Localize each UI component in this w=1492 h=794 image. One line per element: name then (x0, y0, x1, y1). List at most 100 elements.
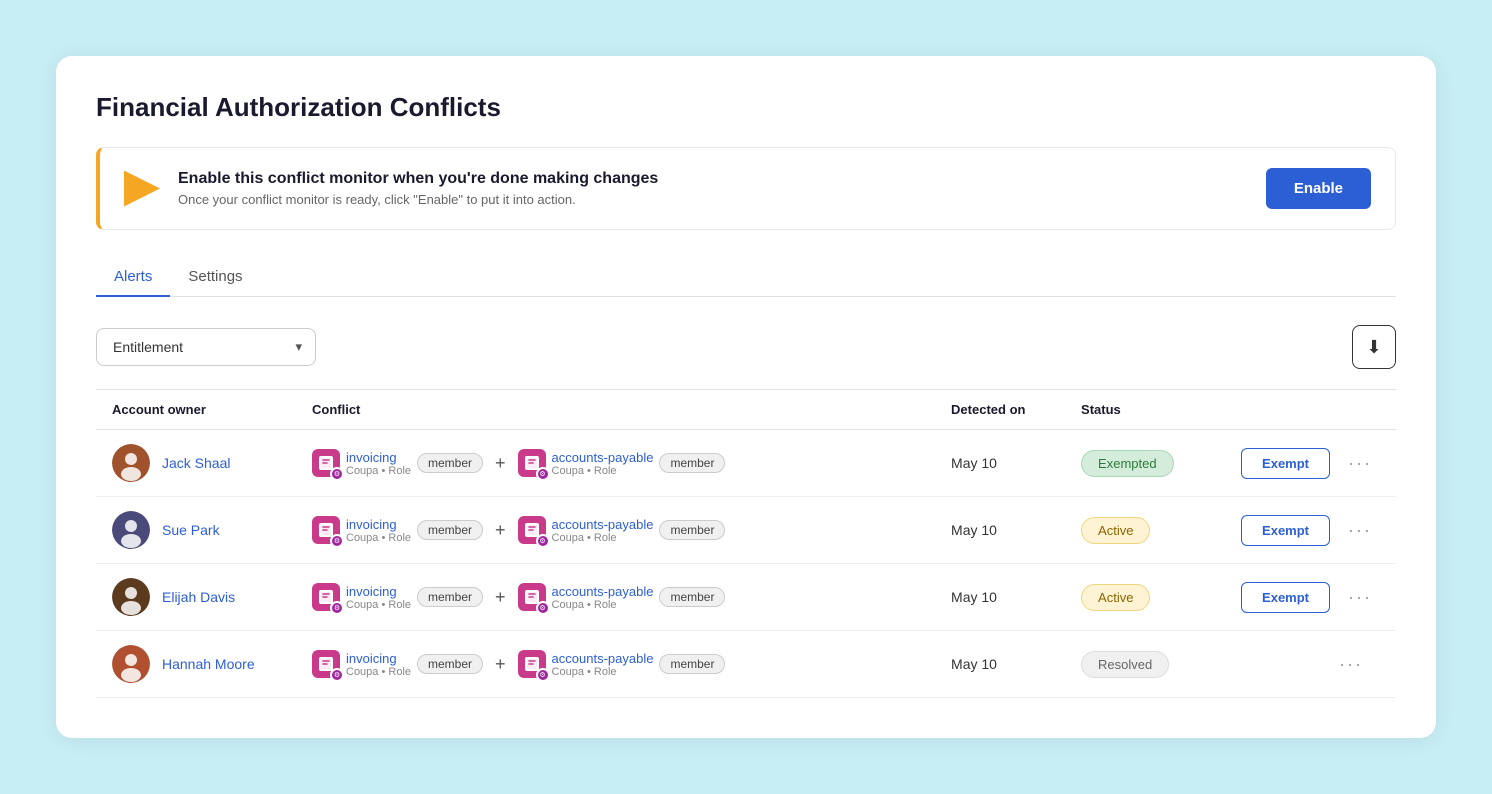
conflict-left: ⚙ invoicing Coupa • Role member (312, 650, 483, 678)
conflict-left: ⚙ invoicing Coupa • Role member (312, 583, 483, 611)
tab-settings[interactable]: Settings (170, 258, 260, 297)
role-badge-left: member (417, 453, 483, 473)
role-icon: ⚙ (518, 449, 546, 477)
status-badge: Active (1081, 517, 1150, 544)
actions-cell: Exempt ··· (1225, 497, 1396, 564)
role-link-right[interactable]: accounts-payable (552, 450, 654, 465)
avatar (112, 645, 150, 683)
role-badge-right: member (659, 587, 725, 607)
toolbar: Entitlement Role Group ▾ ⬇ (96, 325, 1396, 369)
role-link-right[interactable]: accounts-payable (552, 517, 654, 532)
role-sub-left: Coupa • Role (346, 666, 411, 678)
role-icon: ⚙ (312, 650, 340, 678)
exempt-button[interactable]: Exempt (1241, 515, 1330, 546)
gear-icon: ⚙ (330, 467, 344, 481)
role-sub-left: Coupa • Role (346, 465, 411, 477)
role-link-right[interactable]: accounts-payable (552, 651, 654, 666)
conflict-cell: ⚙ invoicing Coupa • Role member + ⚙ acco… (296, 564, 935, 631)
plus-icon: + (491, 587, 510, 608)
user-link[interactable]: Sue Park (162, 522, 220, 538)
more-options-button[interactable]: ··· (1340, 516, 1380, 545)
detected-cell: May 10 (935, 497, 1065, 564)
role-badge-right: member (659, 654, 725, 674)
conflict-cell: ⚙ invoicing Coupa • Role member + ⚙ acco… (296, 497, 935, 564)
user-cell: Hannah Moore (96, 631, 296, 698)
role-badge-left: member (417, 520, 483, 540)
table-row: Sue Park ⚙ invoicing Coupa • Role member… (96, 497, 1396, 564)
avatar (112, 578, 150, 616)
conflicts-table: Account owner Conflict Detected on Statu… (96, 389, 1396, 698)
role-icon: ⚙ (312, 449, 340, 477)
banner-text: Enable this conflict monitor when you're… (178, 170, 1266, 207)
role-badge-left: member (417, 654, 483, 674)
exempt-button[interactable]: Exempt (1241, 582, 1330, 613)
role-info-left: invoicing Coupa • Role (346, 584, 411, 611)
gear-icon: ⚙ (536, 601, 550, 615)
role-icon: ⚙ (518, 650, 546, 678)
role-info-left: invoicing Coupa • Role (346, 651, 411, 678)
col-account-owner: Account owner (96, 390, 296, 430)
role-badge-right: member (659, 453, 725, 473)
user-cell: Elijah Davis (96, 564, 296, 631)
info-banner: Enable this conflict monitor when you're… (96, 147, 1396, 230)
more-options-button[interactable]: ··· (1340, 583, 1380, 612)
user-cell: Jack Shaal (96, 430, 296, 497)
role-info-right: accounts-payable Coupa • Role (552, 450, 654, 477)
plus-icon: + (491, 654, 510, 675)
col-status: Status (1065, 390, 1225, 430)
download-icon: ⬇ (1366, 337, 1381, 358)
gear-icon: ⚙ (536, 534, 550, 548)
role-info-right: accounts-payable Coupa • Role (552, 517, 654, 544)
tab-bar: Alerts Settings (96, 258, 1396, 297)
user-link[interactable]: Jack Shaal (162, 455, 230, 471)
role-icon: ⚙ (518, 516, 546, 544)
conflict-cell: ⚙ invoicing Coupa • Role member + ⚙ acco… (296, 631, 935, 698)
role-link-left[interactable]: invoicing (346, 450, 411, 465)
banner-title: Enable this conflict monitor when you're… (178, 170, 1266, 188)
status-cell: Active (1065, 564, 1225, 631)
download-button[interactable]: ⬇ (1352, 325, 1396, 369)
status-badge: Resolved (1081, 651, 1169, 678)
conflict-left: ⚙ invoicing Coupa • Role member (312, 449, 483, 477)
role-info-left: invoicing Coupa • Role (346, 450, 411, 477)
col-conflict: Conflict (296, 390, 935, 430)
table-row: Hannah Moore ⚙ invoicing Coupa • Role me… (96, 631, 1396, 698)
status-cell: Resolved (1065, 631, 1225, 698)
gear-icon: ⚙ (536, 668, 550, 682)
filter-wrapper: Entitlement Role Group ▾ (96, 328, 316, 366)
enable-button[interactable]: Enable (1266, 168, 1371, 209)
conflict-right: ⚙ accounts-payable Coupa • Role member (518, 449, 726, 477)
main-card: Financial Authorization Conflicts Enable… (56, 56, 1436, 738)
plus-icon: + (491, 453, 510, 474)
more-options-button[interactable]: ··· (1331, 650, 1371, 679)
role-icon: ⚙ (312, 516, 340, 544)
actions-cell: Exempt ··· (1225, 564, 1396, 631)
page-title: Financial Authorization Conflicts (96, 92, 1396, 123)
role-link-left[interactable]: invoicing (346, 517, 411, 532)
avatar (112, 444, 150, 482)
role-sub-left: Coupa • Role (346, 599, 411, 611)
more-options-button[interactable]: ··· (1340, 449, 1380, 478)
entitlement-select[interactable]: Entitlement Role Group (96, 328, 316, 366)
actions-cell: ··· (1225, 631, 1396, 698)
conflict-right: ⚙ accounts-payable Coupa • Role member (518, 583, 726, 611)
user-link[interactable]: Elijah Davis (162, 589, 235, 605)
table-row: Jack Shaal ⚙ invoicing Coupa • Role memb… (96, 430, 1396, 497)
role-link-left[interactable]: invoicing (346, 651, 411, 666)
role-badge-right: member (659, 520, 725, 540)
detected-cell: May 10 (935, 564, 1065, 631)
tab-alerts[interactable]: Alerts (96, 258, 170, 297)
banner-subtitle: Once your conflict monitor is ready, cli… (178, 192, 1266, 207)
status-cell: Active (1065, 497, 1225, 564)
table-row: Elijah Davis ⚙ invoicing Coupa • Role me… (96, 564, 1396, 631)
role-link-left[interactable]: invoicing (346, 584, 411, 599)
user-link[interactable]: Hannah Moore (162, 656, 255, 672)
role-sub-left: Coupa • Role (346, 532, 411, 544)
detected-cell: May 10 (935, 631, 1065, 698)
status-badge: Active (1081, 584, 1150, 611)
avatar (112, 511, 150, 549)
conflict-right: ⚙ accounts-payable Coupa • Role member (518, 650, 726, 678)
role-link-right[interactable]: accounts-payable (552, 584, 654, 599)
exempt-button[interactable]: Exempt (1241, 448, 1330, 479)
role-info-right: accounts-payable Coupa • Role (552, 651, 654, 678)
